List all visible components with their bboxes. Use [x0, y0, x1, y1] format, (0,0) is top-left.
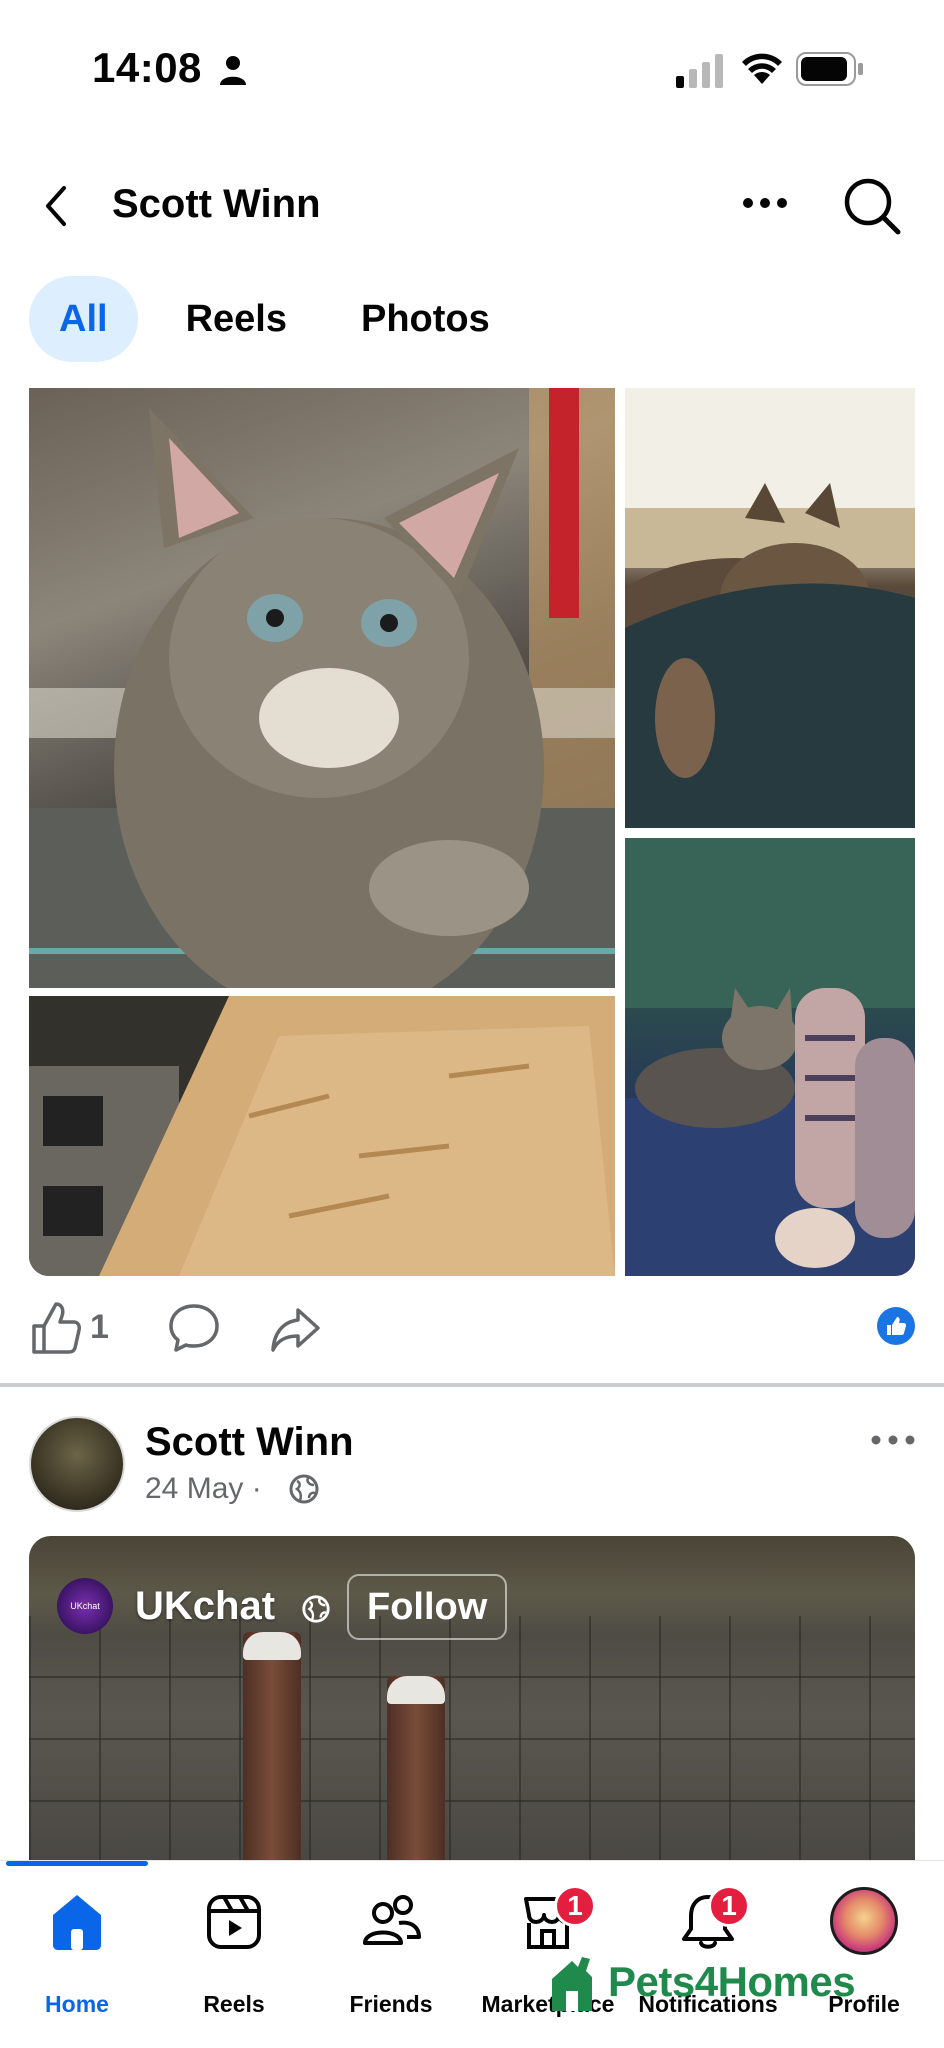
watermark-text: Pets4Homes — [608, 1958, 856, 2005]
nav-item-reels[interactable]: Reels — [154, 1891, 314, 2017]
nav-item-home[interactable]: Home — [0, 1891, 157, 2017]
nav-active-indicator — [6, 1861, 148, 1866]
wood-board-image — [29, 996, 615, 1276]
globe-icon — [302, 1595, 330, 1623]
follow-button[interactable]: Follow — [347, 1574, 508, 1640]
tab-photos[interactable]: Photos — [327, 276, 524, 362]
signal-icon — [676, 54, 723, 88]
reaction-like-icon[interactable] — [876, 1306, 916, 1346]
post-author[interactable]: Scott Winn — [145, 1420, 354, 1465]
home-icon — [53, 1895, 101, 1950]
post-divider — [0, 1383, 944, 1387]
post-date-separator: · — [251, 1472, 262, 1505]
photo-grid — [29, 388, 915, 1276]
notifications-badge: 1 — [708, 1885, 750, 1927]
photo-kitten-closeup[interactable] — [29, 388, 615, 988]
video-background — [29, 1616, 915, 1862]
shared-video[interactable]: UKchat UKchat Follow — [29, 1536, 915, 1862]
wifi-icon — [742, 53, 782, 84]
profile-avatar — [830, 1887, 898, 1955]
search-icon[interactable] — [840, 174, 904, 238]
kitten-sleeping-image — [625, 388, 915, 828]
nav-label-friends: Friends — [349, 1991, 433, 2017]
profile-header: Scott Winn — [0, 160, 944, 250]
marketplace-badge: 1 — [554, 1885, 596, 1927]
like-icon[interactable] — [28, 1298, 84, 1358]
post-actions: 1 — [0, 1290, 944, 1370]
battery-icon — [796, 52, 863, 86]
nav-item-friends[interactable]: Friends — [311, 1891, 471, 2017]
nav-label-reels: Reels — [203, 1991, 265, 2017]
nav-label-home: Home — [45, 1991, 109, 2017]
photo-kitten-lap[interactable] — [625, 838, 915, 1276]
more-icon[interactable] — [868, 1428, 918, 1452]
photo-kitten-sleeping[interactable] — [625, 388, 915, 828]
avatar[interactable] — [29, 1416, 125, 1512]
tab-reels[interactable]: Reels — [152, 276, 321, 362]
back-icon[interactable] — [34, 178, 82, 234]
watermark: Pets4Homes — [548, 1950, 856, 2014]
pets4homes-logo-icon — [552, 1957, 592, 2011]
more-icon[interactable] — [740, 188, 790, 218]
tab-all[interactable]: All — [29, 276, 138, 362]
shared-page-name[interactable]: UKchat — [135, 1584, 275, 1629]
status-bar: 14:08 — [0, 0, 944, 140]
kitten-lap-image — [625, 838, 915, 1276]
filter-tabs: All Reels Photos — [29, 276, 524, 362]
like-count[interactable]: 1 — [90, 1308, 109, 1347]
friends-icon — [363, 1895, 421, 1945]
reels-icon — [207, 1895, 261, 1949]
post-date: 24 May · — [145, 1472, 262, 1506]
globe-icon — [289, 1474, 319, 1504]
share-icon[interactable] — [268, 1300, 324, 1356]
comment-icon[interactable] — [166, 1300, 222, 1356]
page-title: Scott Winn — [112, 182, 321, 226]
kitten-closeup-image — [29, 388, 615, 988]
post-date-text: 24 May — [145, 1472, 244, 1505]
person-icon — [220, 56, 246, 85]
video-bollard — [387, 1676, 445, 1862]
photo-wood-board[interactable] — [29, 996, 615, 1276]
page-avatar[interactable]: UKchat — [57, 1578, 113, 1634]
video-bollard — [243, 1632, 301, 1862]
status-time: 14:08 — [92, 44, 202, 91]
